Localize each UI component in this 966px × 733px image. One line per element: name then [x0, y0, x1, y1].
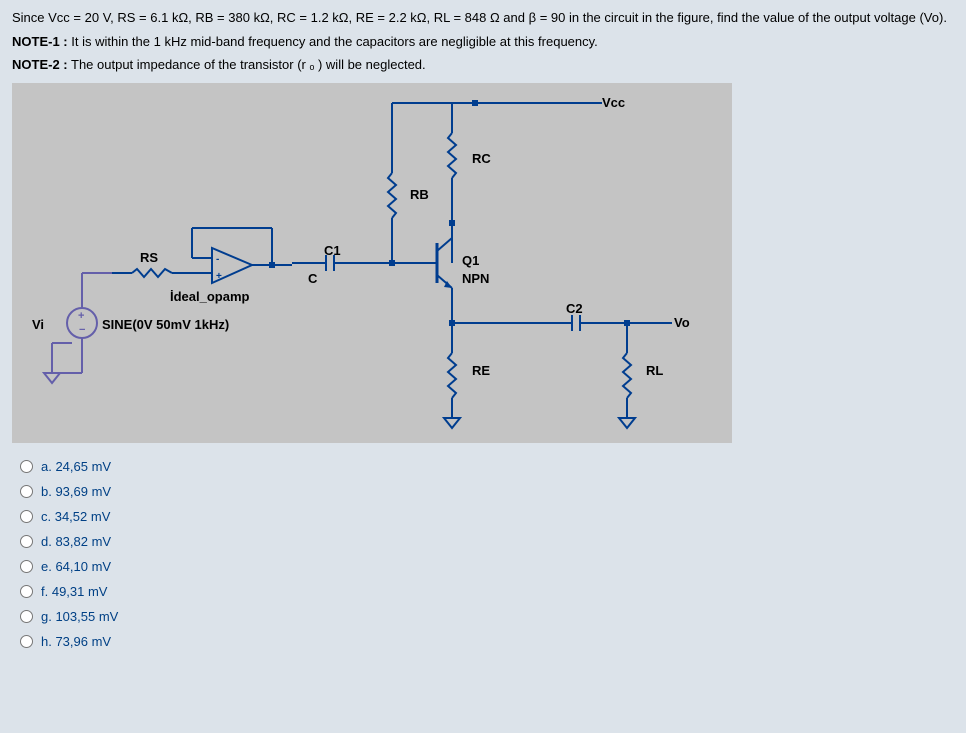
radio-b[interactable]	[20, 485, 33, 498]
label-sine: SINE(0V 50mV 1kHz)	[102, 317, 229, 332]
option-e[interactable]: e. 64,10 mV	[20, 559, 954, 574]
label-rb: RB	[410, 187, 429, 202]
label-q1: Q1	[462, 253, 479, 268]
option-h-text: h. 73,96 mV	[41, 634, 111, 649]
svg-text:-: -	[216, 254, 219, 265]
note2-text: The output impedance of the transistor (…	[68, 57, 426, 72]
label-c1: C1	[324, 243, 341, 258]
option-d-text: d. 83,82 mV	[41, 534, 111, 549]
label-re: RE	[472, 363, 490, 378]
svg-text:+: +	[78, 310, 84, 322]
radio-f[interactable]	[20, 585, 33, 598]
option-c[interactable]: c. 34,52 mV	[20, 509, 954, 524]
question-note1: NOTE-1 : It is within the 1 kHz mid-band…	[12, 32, 954, 52]
option-g[interactable]: g. 103,55 mV	[20, 609, 954, 624]
label-npn: NPN	[462, 271, 489, 286]
label-rc: RC	[472, 151, 491, 166]
option-e-text: e. 64,10 mV	[41, 559, 111, 574]
label-c: C	[308, 271, 317, 286]
label-vo: Vo	[674, 315, 690, 330]
label-rs: RS	[140, 250, 158, 265]
label-vi: Vi	[32, 317, 44, 332]
radio-h[interactable]	[20, 635, 33, 648]
circuit-diagram: - + + − Vcc RC RB C1 C RS İdeal_opamp Vi…	[12, 83, 732, 443]
note2-label: NOTE-2 :	[12, 57, 68, 72]
radio-d[interactable]	[20, 535, 33, 548]
option-f[interactable]: f. 49,31 mV	[20, 584, 954, 599]
option-b-text: b. 93,69 mV	[41, 484, 111, 499]
svg-text:+: +	[216, 271, 222, 282]
svg-text:−: −	[79, 324, 85, 336]
option-h[interactable]: h. 73,96 mV	[20, 634, 954, 649]
answer-options: a. 24,65 mV b. 93,69 mV c. 34,52 mV d. 8…	[12, 459, 954, 649]
radio-a[interactable]	[20, 460, 33, 473]
radio-g[interactable]	[20, 610, 33, 623]
label-opamp: İdeal_opamp	[170, 289, 249, 304]
label-c2: C2	[566, 301, 583, 316]
option-a-text: a. 24,65 mV	[41, 459, 111, 474]
option-a[interactable]: a. 24,65 mV	[20, 459, 954, 474]
option-c-text: c. 34,52 mV	[41, 509, 110, 524]
label-rl: RL	[646, 363, 663, 378]
note1-text: It is within the 1 kHz mid-band frequenc…	[68, 34, 598, 49]
question-note2: NOTE-2 : The output impedance of the tra…	[12, 55, 954, 75]
option-f-text: f. 49,31 mV	[41, 584, 107, 599]
option-b[interactable]: b. 93,69 mV	[20, 484, 954, 499]
question-line1: Since Vcc = 20 V, RS = 6.1 kΩ, RB = 380 …	[12, 8, 954, 28]
note1-label: NOTE-1 :	[12, 34, 68, 49]
label-vcc: Vcc	[602, 95, 625, 110]
radio-e[interactable]	[20, 560, 33, 573]
radio-c[interactable]	[20, 510, 33, 523]
option-d[interactable]: d. 83,82 mV	[20, 534, 954, 549]
option-g-text: g. 103,55 mV	[41, 609, 118, 624]
